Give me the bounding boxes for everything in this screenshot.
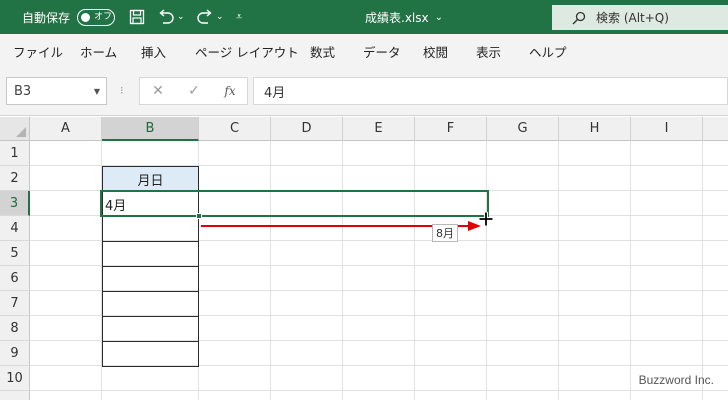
tab-data[interactable]: データ xyxy=(363,34,401,68)
redo-dropdown-icon[interactable]: ⌄ xyxy=(216,0,226,34)
undo-icon[interactable] xyxy=(157,0,175,34)
cell-b7[interactable] xyxy=(102,291,199,317)
row-header-9[interactable]: 9 xyxy=(0,341,30,366)
row-header-8[interactable]: 8 xyxy=(0,316,30,341)
watermark: Buzzword Inc. xyxy=(638,373,714,387)
row-header-1[interactable]: 1 xyxy=(0,141,30,166)
tab-formulas[interactable]: 数式 xyxy=(310,34,335,68)
row-header-3[interactable]: 3 xyxy=(0,191,30,216)
cell-b8[interactable] xyxy=(102,316,199,342)
save-icon[interactable] xyxy=(128,0,146,34)
search-placeholder: 検索 (Alt+Q) xyxy=(596,11,669,25)
name-box[interactable]: B3 ▼ xyxy=(6,77,107,105)
tab-page-layout[interactable]: ページ レイアウト xyxy=(195,34,299,68)
cell-b5[interactable] xyxy=(102,241,199,267)
file-title[interactable]: 成績表.xlsx ⌄ xyxy=(365,0,443,34)
gridline xyxy=(630,141,631,400)
autofill-tooltip: 8月 xyxy=(432,224,458,242)
row-header-6[interactable]: 6 xyxy=(0,266,30,291)
worksheet-grid[interactable]: A B C D E F G H I 1 2 3 4 5 6 7 8 9 10 月… xyxy=(0,117,728,400)
name-box-value: B3 xyxy=(14,83,32,99)
column-header-e[interactable]: E xyxy=(343,117,415,141)
row-header-5[interactable]: 5 xyxy=(0,241,30,266)
formula-bar-grip-icon: ⁝ xyxy=(120,84,124,97)
toggle-knob xyxy=(81,13,90,22)
cancel-icon[interactable]: ✕ xyxy=(148,78,168,104)
gridline xyxy=(486,141,487,400)
column-header-f[interactable]: F xyxy=(415,117,487,141)
column-header-d[interactable]: D xyxy=(271,117,343,141)
column-header-i[interactable]: I xyxy=(631,117,703,141)
row-header-11[interactable] xyxy=(0,391,30,400)
file-name: 成績表.xlsx xyxy=(365,10,429,25)
formula-bar: B3 ▼ ⁝ ✕ ✓ fx 4月 xyxy=(0,68,728,116)
search-icon xyxy=(572,11,586,25)
selection-range xyxy=(100,190,489,217)
select-all-triangle-icon xyxy=(16,127,26,137)
row-header-2[interactable]: 2 xyxy=(0,166,30,191)
gridline xyxy=(30,390,728,391)
gridline xyxy=(702,141,703,400)
formula-input[interactable]: 4月 xyxy=(253,77,728,105)
insert-function-icon[interactable]: fx xyxy=(220,78,240,104)
column-header-h[interactable]: H xyxy=(559,117,631,141)
chevron-down-icon: ⌄ xyxy=(434,11,443,23)
undo-dropdown-icon[interactable]: ⌄ xyxy=(177,0,187,34)
autosave-toggle[interactable]: オフ xyxy=(77,9,115,26)
title-bar: 自動保存 オフ ⌄ ⌄ ⩡ 成績表.xlsx ⌄ 検索 (Alt+Q) xyxy=(0,0,728,34)
column-header-g[interactable]: G xyxy=(487,117,559,141)
gridline xyxy=(558,141,559,400)
name-box-dropdown-icon[interactable]: ▼ xyxy=(94,87,100,96)
tab-review[interactable]: 校閲 xyxy=(423,34,448,68)
formula-value: 4月 xyxy=(264,85,286,101)
cell-b2[interactable]: 月日 xyxy=(102,166,199,192)
column-header-b[interactable]: B xyxy=(102,117,199,141)
tab-insert[interactable]: 挿入 xyxy=(141,34,166,68)
gridline xyxy=(342,141,343,400)
gridline xyxy=(414,141,415,400)
row-header-7[interactable]: 7 xyxy=(0,291,30,316)
tab-file[interactable]: ファイル xyxy=(13,34,63,68)
tab-view[interactable]: 表示 xyxy=(476,34,501,68)
ribbon-tabs: ファイル ホーム 挿入 ページ レイアウト 数式 データ 校閲 表示 ヘルプ xyxy=(0,34,728,68)
column-header-a[interactable]: A xyxy=(30,117,102,141)
row-header-10[interactable]: 10 xyxy=(0,366,30,391)
autosave-label: 自動保存 xyxy=(22,10,71,25)
gridline xyxy=(270,141,271,400)
enter-icon[interactable]: ✓ xyxy=(184,78,204,104)
fill-handle[interactable] xyxy=(196,213,202,219)
column-header-c[interactable]: C xyxy=(199,117,271,141)
tab-help[interactable]: ヘルプ xyxy=(529,34,567,68)
search-box[interactable]: 検索 (Alt+Q) xyxy=(552,5,728,30)
row-header-4[interactable]: 4 xyxy=(0,216,30,241)
cell-b9[interactable] xyxy=(102,341,199,367)
crosshair-cursor-icon xyxy=(478,211,494,231)
redo-icon[interactable] xyxy=(196,0,214,34)
customize-qat-icon[interactable]: ⩡ xyxy=(236,0,248,34)
column-header-j[interactable] xyxy=(703,117,728,141)
tab-home[interactable]: ホーム xyxy=(80,34,117,68)
select-all-button[interactable] xyxy=(0,117,30,141)
cell-b4[interactable] xyxy=(102,216,199,242)
autosave-toggle-state: オフ xyxy=(94,12,113,22)
formula-buttons: ✕ ✓ fx xyxy=(139,77,248,105)
cell-b6[interactable] xyxy=(102,266,199,292)
